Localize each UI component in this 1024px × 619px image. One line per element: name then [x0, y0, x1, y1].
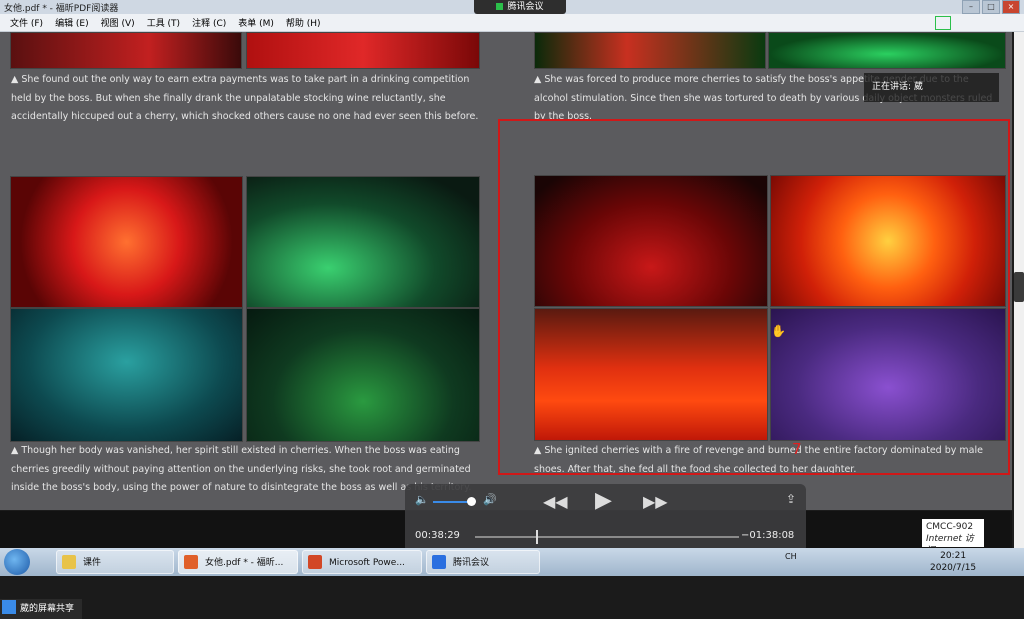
menu-comment[interactable]: 注释 (C) — [192, 16, 226, 29]
photo-green-table — [246, 176, 480, 308]
annotation-number: 7 — [792, 440, 802, 458]
ime-indicator[interactable]: CH — [785, 552, 797, 561]
powerpoint-icon — [308, 555, 322, 569]
screen-share-label: 葳的屏幕共享 — [0, 599, 83, 619]
volume-high-icon[interactable]: 🔊 — [483, 493, 497, 506]
annotation-rectangle[interactable] — [498, 119, 1010, 475]
taskbar-item-powerpoint[interactable]: Microsoft Powe... — [302, 550, 422, 574]
taskbar-item-label: 女他.pdf * - 福昕... — [205, 558, 284, 568]
signal-icon — [496, 3, 504, 10]
remaining-time: −01:38:08 — [741, 530, 795, 541]
window-controls: – □ × — [962, 0, 1020, 14]
tencent-meeting-icon — [432, 555, 446, 569]
photo-top-left-2 — [246, 32, 480, 69]
speaker-tooltip: 正在讲话: 葳 — [864, 73, 999, 102]
share-icon[interactable]: ⇪ — [786, 492, 796, 506]
window-title: 女他.pdf * - 福昕PDF阅读器 — [4, 4, 119, 14]
elapsed-time: 00:38:29 — [415, 530, 460, 541]
clock-time: 20:21 — [940, 551, 967, 561]
video-player-controls: 🔈 🔊 ◀◀ ▶ ▶▶ ⇪ 00:38:29 −01:38:08 — [405, 484, 806, 553]
photo-cherry-monster — [10, 176, 243, 308]
meeting-indicator-frame — [935, 16, 951, 30]
meeting-badge[interactable]: 腾讯会议 — [474, 0, 566, 14]
start-button[interactable] — [4, 549, 30, 575]
taskbar: 课件 女他.pdf * - 福昕... Microsoft Powe... 腾讯… — [0, 548, 1024, 576]
menu-bar: 文件 (F) 编辑 (E) 视图 (V) 工具 (T) 注释 (C) 表单 (M… — [0, 14, 1024, 32]
taskbar-item-tencent-meeting[interactable]: 腾讯会议 — [426, 550, 540, 574]
network-popup: CMCC-902 Internet 访问 — [922, 519, 984, 556]
maximize-button[interactable]: □ — [982, 0, 1000, 14]
volume-low-icon[interactable]: 🔈 — [415, 493, 429, 506]
caption-1: ▲ She found out the only way to earn ext… — [11, 74, 479, 122]
menu-help[interactable]: 帮助 (H) — [286, 16, 321, 29]
taskbar-item-label: 课件 — [83, 558, 102, 568]
photo-top-right-2 — [768, 32, 1006, 69]
menu-view[interactable]: 视图 (V) — [101, 16, 135, 29]
meeting-badge-label: 腾讯会议 — [507, 2, 544, 12]
pdf-icon — [184, 555, 198, 569]
menu-tools[interactable]: 工具 (T) — [147, 16, 180, 29]
clock-date: 2020/7/15 — [930, 563, 977, 573]
rewind-icon[interactable]: ◀◀ — [543, 492, 568, 511]
play-button[interactable]: ▶ — [595, 488, 612, 513]
menu-form[interactable]: 表单 (M) — [238, 16, 274, 29]
photo-top-left-1 — [10, 32, 242, 69]
folder-icon — [62, 555, 76, 569]
minimize-button[interactable]: – — [962, 0, 980, 14]
photo-top-right-1 — [534, 32, 766, 69]
volume-fill — [433, 501, 471, 503]
photo-green-foliage — [246, 308, 480, 442]
screen-share-text: 葳的屏幕共享 — [20, 604, 75, 614]
taskbar-item-label: 腾讯会议 — [453, 558, 490, 568]
volume-slider[interactable] — [433, 497, 476, 506]
progress-thumb[interactable] — [536, 530, 538, 544]
system-clock[interactable]: 20:21 2020/7/15 — [930, 550, 976, 574]
network-name: CMCC-902 — [926, 522, 974, 532]
taskbar-item-pdf[interactable]: 女他.pdf * - 福昕... — [178, 550, 298, 574]
scroll-handle[interactable] — [1014, 272, 1024, 302]
app-titlebar: 女他.pdf * - 福昕PDF阅读器 腾讯会议 – □ × — [0, 0, 1024, 14]
vertical-scrollbar[interactable] — [1014, 32, 1024, 548]
menu-edit[interactable]: 编辑 (E) — [55, 16, 89, 29]
taskbar-item-label: Microsoft Powe... — [329, 558, 405, 568]
photo-teal-figure — [10, 308, 243, 442]
meeting-share-bar — [0, 576, 1024, 619]
fast-forward-icon[interactable]: ▶▶ — [643, 492, 668, 511]
volume-knob[interactable] — [467, 497, 476, 506]
progress-track[interactable] — [475, 530, 739, 544]
close-button[interactable]: × — [1002, 0, 1020, 14]
menu-file[interactable]: 文件 (F) — [10, 16, 43, 29]
avatar — [2, 600, 16, 614]
taskbar-item-courseware[interactable]: 课件 — [56, 550, 174, 574]
